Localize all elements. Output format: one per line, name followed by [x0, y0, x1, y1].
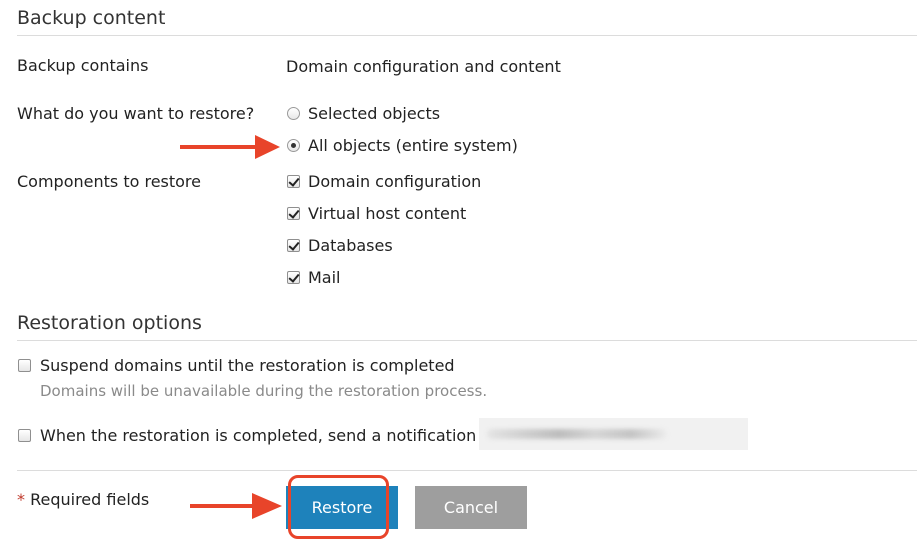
section-divider	[17, 340, 917, 341]
checkbox-suspend-domains[interactable]	[18, 359, 31, 372]
option-selected-objects-label[interactable]: Selected objects	[308, 104, 440, 123]
radio-selected-objects[interactable]	[287, 107, 300, 120]
section-divider	[17, 35, 917, 36]
components-label: Components to restore	[17, 172, 201, 191]
restore-button-highlight	[288, 475, 389, 539]
checkbox-databases[interactable]	[287, 239, 300, 252]
radio-all-objects[interactable]	[287, 139, 300, 152]
option-all-objects-label[interactable]: All objects (entire system)	[308, 136, 518, 155]
checkbox-virtual-host-content[interactable]	[287, 207, 300, 220]
cancel-button[interactable]: Cancel	[415, 486, 527, 529]
checkbox-mail[interactable]	[287, 271, 300, 284]
backup-contains-value: Domain configuration and content	[286, 57, 561, 76]
send-notification-label[interactable]: When the restoration is completed, send …	[40, 426, 497, 445]
component-mail-label[interactable]: Mail	[308, 268, 341, 287]
suspend-domains-label[interactable]: Suspend domains until the restoration is…	[40, 356, 455, 375]
checkbox-domain-configuration[interactable]	[287, 175, 300, 188]
required-fields-note: * Required fields	[17, 490, 149, 509]
restoration-options-title: Restoration options	[17, 312, 202, 334]
required-star: *	[17, 490, 25, 509]
component-domain-configuration-label[interactable]: Domain configuration	[308, 172, 481, 191]
footer-divider	[17, 470, 917, 471]
backup-content-title: Backup content	[17, 7, 166, 29]
component-virtual-host-content-label[interactable]: Virtual host content	[308, 204, 466, 223]
redacted-email	[487, 429, 667, 439]
arrow-icon	[180, 135, 280, 159]
restore-question-label: What do you want to restore?	[17, 104, 255, 123]
arrow-icon	[190, 493, 282, 519]
backup-contains-label: Backup contains	[17, 56, 149, 75]
required-fields-text: Required fields	[30, 490, 150, 509]
suspend-domains-hint: Domains will be unavailable during the r…	[40, 382, 488, 400]
component-databases-label[interactable]: Databases	[308, 236, 393, 255]
checkbox-send-notification[interactable]	[18, 429, 31, 442]
notification-email-field[interactable]	[479, 418, 748, 450]
